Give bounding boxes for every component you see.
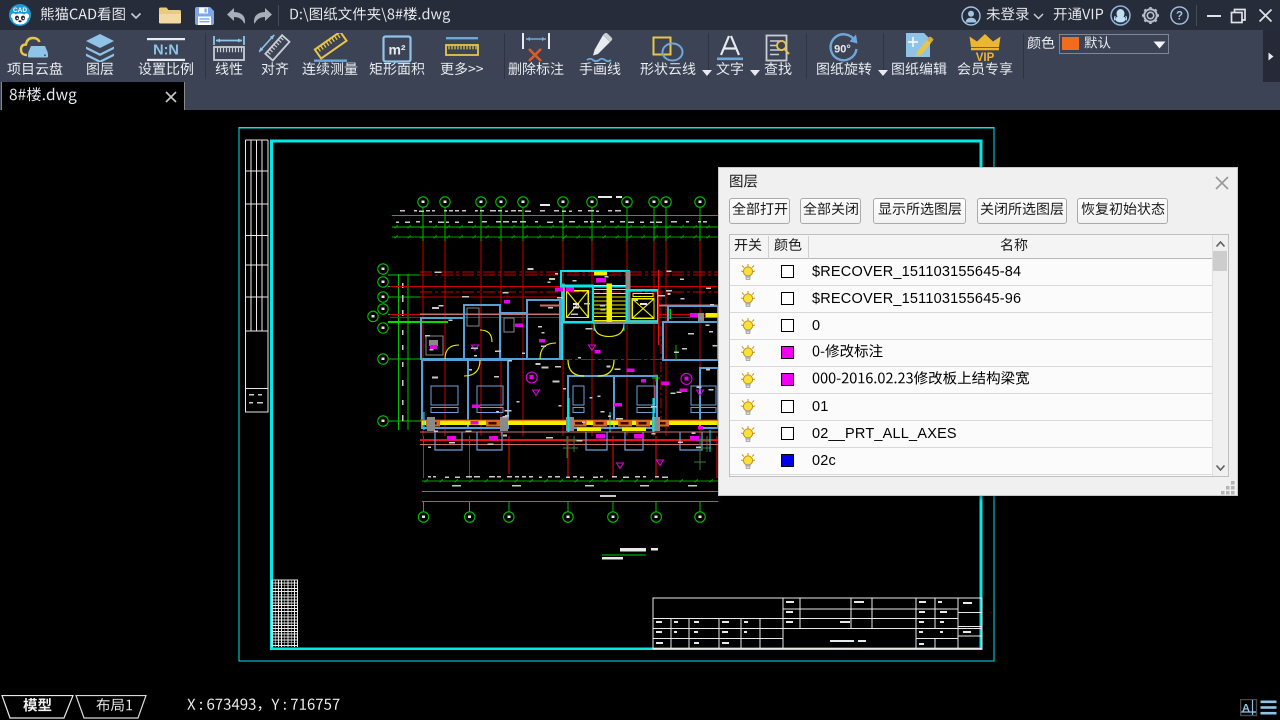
svg-text:A: A xyxy=(1242,703,1250,715)
svg-text:90°: 90° xyxy=(834,44,851,56)
svg-text:CAD: CAD xyxy=(13,7,27,14)
svg-text:VIP: VIP xyxy=(976,52,995,61)
svg-text:N:N: N:N xyxy=(153,43,179,59)
svg-text:m²: m² xyxy=(388,42,405,58)
svg-text:?: ? xyxy=(1176,11,1183,23)
